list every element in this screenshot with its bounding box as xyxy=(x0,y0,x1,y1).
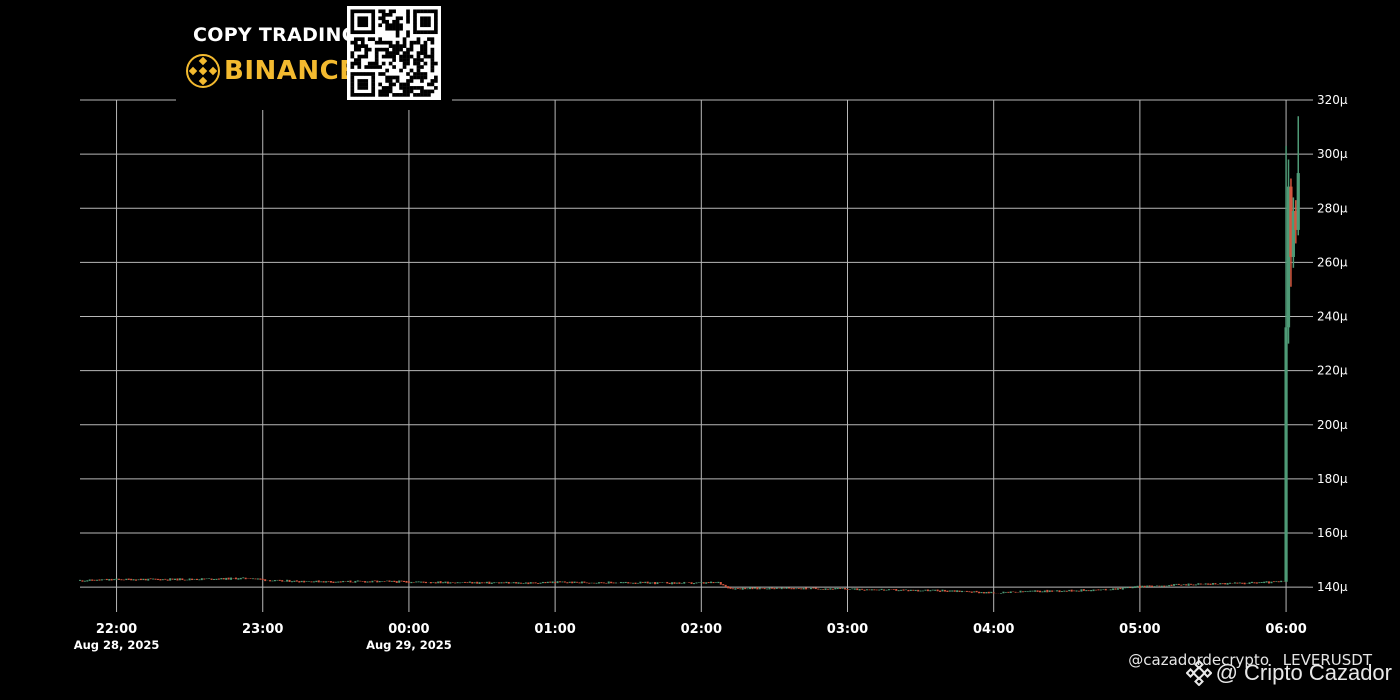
spike-candle-body xyxy=(1284,327,1288,582)
x-tick-label: 02:00 xyxy=(681,622,722,637)
qr-code-icon xyxy=(347,6,441,100)
binance-logo-icon xyxy=(186,54,220,88)
y-tick-label: 160μ xyxy=(1317,526,1348,540)
x-tick-label: 22:00 xyxy=(96,622,137,637)
x-tick-label: 00:00 xyxy=(388,622,429,637)
x-tick-label: 23:00 xyxy=(242,622,283,637)
brand-name: BINANCE xyxy=(224,56,358,86)
watermark-text: @ Cripto Cazador xyxy=(1215,660,1392,685)
x-date-label: Aug 28, 2025 xyxy=(74,638,160,652)
x-tick-label: 06:00 xyxy=(1265,622,1306,637)
chart-grid xyxy=(80,99,1308,612)
y-tick-label: 140μ xyxy=(1317,580,1348,594)
x-axis-tick-labels: 22:00Aug 28, 2025 23:00 00:00Aug 29, 2025 0… xyxy=(74,622,1307,652)
x-date-label: Aug 29, 2025 xyxy=(366,638,452,652)
y-tick-label: 320μ xyxy=(1317,93,1348,107)
watermark: @ Cripto Cazador xyxy=(1185,660,1392,686)
y-tick-label: 200μ xyxy=(1317,418,1348,432)
x-tick-label: 01:00 xyxy=(534,622,575,637)
banner-title: COPY TRADING xyxy=(193,24,358,46)
y-tick-label: 300μ xyxy=(1317,147,1348,161)
y-tick-label: 280μ xyxy=(1317,201,1348,215)
x-tick-label: 03:00 xyxy=(827,622,868,637)
x-tick-label: 04:00 xyxy=(973,622,1014,637)
y-axis-tick-labels: 140μ 160μ 180μ 200μ 220μ 240μ 260μ 280μ 300μ 320μ xyxy=(1308,93,1348,594)
binance-diamond-icon xyxy=(1185,660,1212,686)
y-tick-label: 180μ xyxy=(1317,472,1348,486)
brand-row: BINANCE xyxy=(186,52,357,90)
y-tick-label: 240μ xyxy=(1317,310,1348,324)
x-tick-label: 05:00 xyxy=(1119,622,1160,637)
y-tick-label: 260μ xyxy=(1317,255,1348,269)
y-tick-label: 220μ xyxy=(1317,364,1348,378)
spike-candle-body xyxy=(1296,173,1300,230)
